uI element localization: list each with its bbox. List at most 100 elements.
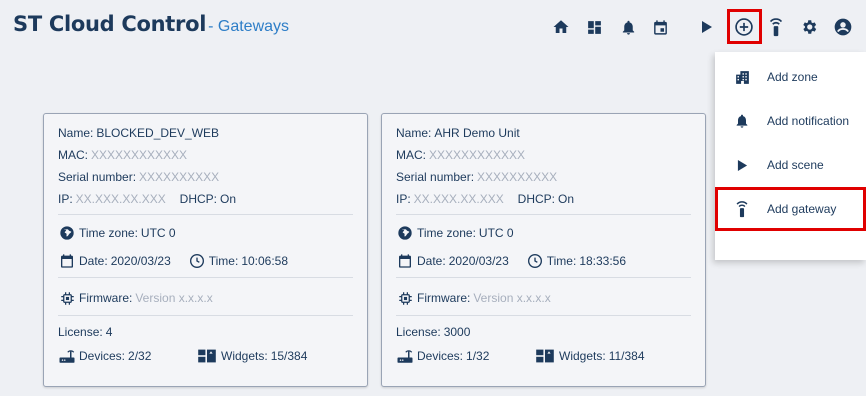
- license-value: 3000: [443, 325, 471, 339]
- widgets-label: Widgets:: [221, 349, 268, 363]
- timezone-row: Time zone: UTC 0: [58, 224, 176, 242]
- divider: [396, 214, 691, 215]
- bell-icon[interactable]: [618, 17, 638, 37]
- globe-icon: [58, 224, 76, 242]
- serial-label: Serial number:: [396, 170, 475, 184]
- gear-icon[interactable]: [799, 17, 819, 37]
- time-value: 18:33:56: [579, 254, 627, 268]
- serial-value: XXXXXXXXXX: [477, 170, 558, 184]
- calendar-icon[interactable]: [650, 17, 670, 37]
- datetime-row: Date: 2020/03/23 Time: 18:33:56: [396, 252, 626, 270]
- clock-icon: [188, 252, 206, 270]
- dhcp-label: DHCP:: [179, 192, 218, 206]
- timezone-value: UTC 0: [478, 226, 514, 240]
- license-row: License: 4: [58, 325, 112, 339]
- gateway-name: BLOCKED_DEV_WEB: [96, 126, 220, 140]
- license-label: License:: [58, 325, 103, 339]
- router-icon: [58, 347, 76, 365]
- ip-row: IP: XX.XXX.XX.XXX DHCP: On: [396, 192, 574, 206]
- divider: [58, 315, 353, 316]
- dhcp-label: DHCP:: [517, 192, 556, 206]
- calendar-icon: [58, 252, 76, 270]
- app-title: ST Cloud Control: [13, 12, 207, 36]
- mac-label: MAC:: [58, 148, 88, 162]
- time-label: Time:: [208, 254, 239, 268]
- timezone-row: Time zone: UTC 0: [396, 224, 514, 242]
- dashboard-icon[interactable]: [584, 17, 604, 37]
- router-icon: [396, 347, 414, 365]
- mac-value: XXXXXXXXXXXX: [91, 148, 188, 162]
- date-value: 2020/03/23: [110, 254, 171, 268]
- serial-value: XXXXXXXXXX: [139, 170, 220, 184]
- add-menu: Add zone Add notification Add scene Add …: [715, 52, 866, 260]
- calendar-icon: [396, 252, 414, 270]
- firmware-value: Version x.x.x.x: [473, 291, 551, 305]
- widgets-icon: [534, 347, 556, 365]
- name-label: Name:: [396, 126, 432, 140]
- datetime-row: Date: 2020/03/23 Time: 10:06:58: [58, 252, 288, 270]
- license-label: License:: [396, 325, 441, 339]
- divider: [396, 315, 691, 316]
- brand: ST Cloud Control - Gateways: [13, 12, 289, 36]
- date-value: 2020/03/23: [448, 254, 509, 268]
- widgets-value: 15/384: [270, 349, 308, 363]
- firmware-row: Firmware: Version x.x.x.x: [396, 289, 551, 307]
- top-bar: ST Cloud Control - Gateways: [0, 0, 866, 52]
- play-icon[interactable]: [697, 17, 717, 37]
- time-value: 10:06:58: [241, 254, 289, 268]
- time-label: Time:: [546, 254, 577, 268]
- home-icon[interactable]: [551, 17, 571, 37]
- dhcp-value: On: [558, 192, 575, 206]
- serial-row: Serial number: XXXXXXXXXX: [396, 170, 557, 184]
- name-label: Name:: [58, 126, 94, 140]
- mac-row: MAC: XXXXXXXXXXXX: [396, 148, 525, 162]
- usage-row: Devices: 2/32 Widgets: 15/384: [58, 347, 307, 365]
- menu-item-label: Add notification: [767, 114, 850, 128]
- menu-item-label: Add zone: [767, 70, 818, 84]
- divider: [58, 277, 353, 278]
- devices-label: Devices:: [417, 349, 464, 363]
- ip-label: IP:: [396, 192, 411, 206]
- devices-label: Devices:: [79, 349, 126, 363]
- timezone-label: Time zone:: [79, 226, 138, 240]
- menu-item-add-notification[interactable]: Add notification: [715, 99, 866, 143]
- ip-value: XX.XXX.XX.XXX: [413, 192, 504, 206]
- widgets-icon: [196, 347, 218, 365]
- mac-row: MAC: XXXXXXXXXXXX: [58, 148, 187, 162]
- ip-label: IP:: [58, 192, 73, 206]
- name-row: Name: BLOCKED_DEV_WEB: [58, 126, 219, 140]
- page-section-title: - Gateways: [208, 18, 290, 35]
- divider: [58, 214, 353, 215]
- mac-value: XXXXXXXXXXXX: [429, 148, 526, 162]
- menu-item-label: Add gateway: [767, 202, 837, 216]
- gateway-name: AHR Demo Unit: [434, 126, 520, 140]
- menu-item-label: Add scene: [767, 158, 824, 172]
- license-row: License: 3000: [396, 325, 470, 339]
- play-icon: [733, 156, 751, 174]
- menu-item-add-scene[interactable]: Add scene: [715, 143, 866, 187]
- ip-row: IP: XX.XXX.XX.XXX DHCP: On: [58, 192, 236, 206]
- gateway-icon[interactable]: [766, 17, 786, 37]
- timezone-label: Time zone:: [417, 226, 476, 240]
- menu-item-add-gateway[interactable]: Add gateway: [715, 187, 866, 231]
- globe-icon: [396, 224, 414, 242]
- gateway-icon: [733, 200, 751, 218]
- firmware-row: Firmware: Version x.x.x.x: [58, 289, 213, 307]
- serial-row: Serial number: XXXXXXXXXX: [58, 170, 219, 184]
- widgets-label: Widgets:: [559, 349, 606, 363]
- chip-icon: [58, 289, 76, 307]
- license-value: 4: [105, 325, 113, 339]
- bell-icon: [733, 112, 751, 130]
- devices-value: 1/32: [466, 349, 490, 363]
- widgets-value: 11/384: [608, 349, 645, 363]
- building-icon: [733, 68, 751, 86]
- devices-value: 2/32: [128, 349, 152, 363]
- clock-icon: [526, 252, 544, 270]
- date-label: Date:: [79, 254, 108, 268]
- gateway-card[interactable]: Name: BLOCKED_DEV_WEB MAC: XXXXXXXXXXXX …: [43, 113, 368, 387]
- mac-label: MAC:: [396, 148, 426, 162]
- menu-item-add-zone[interactable]: Add zone: [715, 55, 866, 99]
- gateway-card[interactable]: Name: AHR Demo Unit MAC: XXXXXXXXXXXX Se…: [381, 113, 706, 387]
- account-icon[interactable]: [833, 17, 853, 37]
- add-circle-icon[interactable]: [734, 17, 754, 37]
